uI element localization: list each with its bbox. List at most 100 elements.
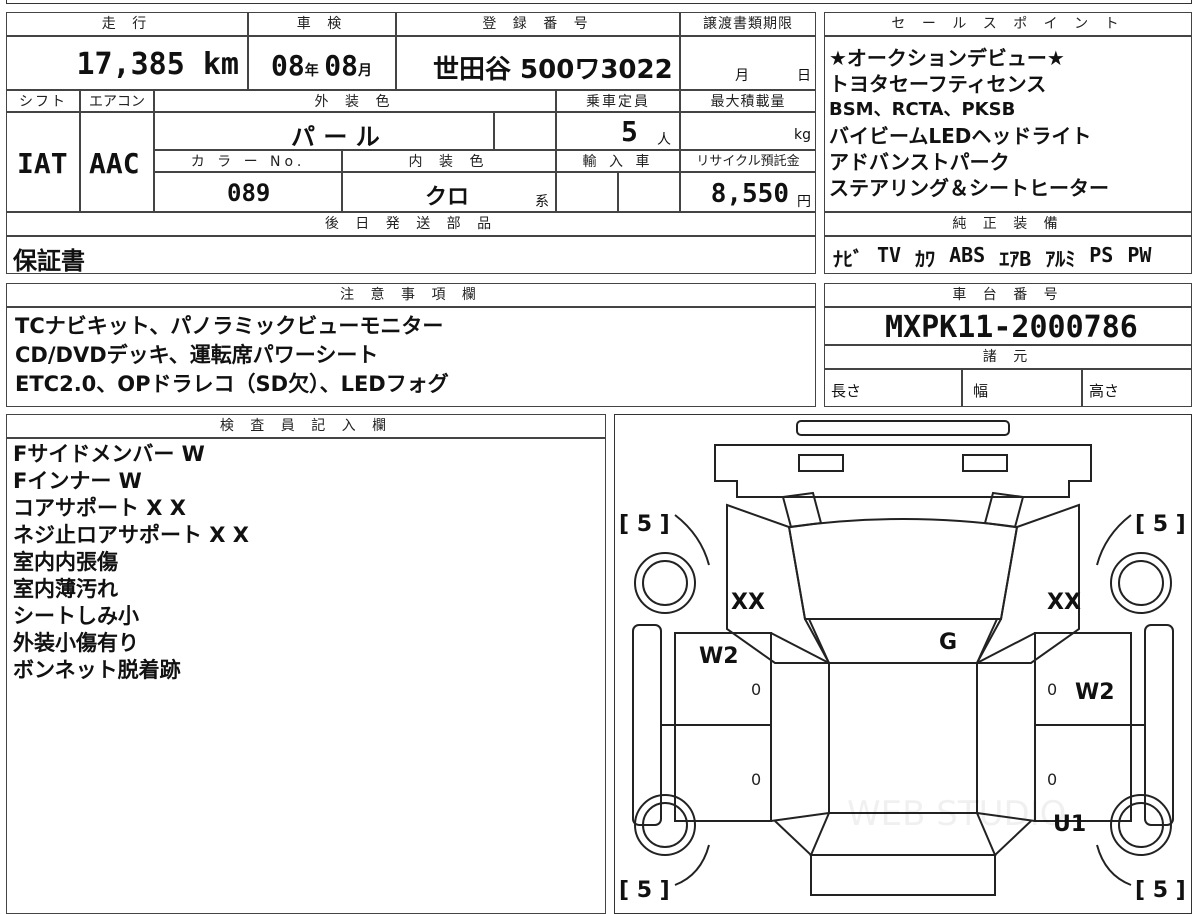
inspector-panel: 検 査 員 記 入 欄 Fサイドメンバー W Fインナー W コアサポート X …	[6, 414, 606, 914]
right-grille-shape	[983, 491, 1025, 529]
color-extra-cell	[494, 112, 556, 150]
chassis-panel: 車 台 番 号 MXPK11-2000786 諸 元 長さ 幅 高さ	[824, 283, 1192, 407]
sales-point-4: バイビームLEDヘッドライト	[829, 124, 1092, 148]
max-load-cell: kg	[680, 112, 816, 150]
inspector-line-7: シートしみ小	[13, 604, 139, 628]
transfer-day: 日	[797, 68, 811, 84]
later-parts-header: 後 日 発 送 部 品	[6, 212, 816, 236]
tire-rear-left-tread: [ 5 ]	[619, 878, 670, 903]
inspector-list: Fサイドメンバー W Fインナー W コアサポート X X ネジ止ロアサポート …	[6, 438, 606, 914]
shift-header: シフト	[6, 90, 80, 112]
note-line-2: CD/DVDデッキ、運転席パワーシート	[15, 343, 379, 367]
exterior-color-value: パ ー ル	[291, 123, 380, 151]
tire-rear-right-tread: [ 5 ]	[1135, 878, 1186, 903]
inspection-header: 車 検	[248, 12, 396, 36]
transfer-deadline-header: 譲渡書類期限	[680, 12, 816, 36]
mileage-header: 走 行	[6, 12, 248, 36]
max-load-header: 最大積載量	[680, 90, 816, 112]
spec-width-label: 幅	[973, 382, 989, 400]
chassis-header: 車 台 番 号	[824, 283, 1192, 307]
mileage-value: 17,385	[76, 47, 185, 82]
recycle-header: リサイクル預託金	[680, 150, 816, 172]
mileage-cell: 17,385 km	[6, 36, 248, 90]
left-rocker-shape	[632, 624, 662, 826]
interior-value: クロ	[425, 185, 470, 210]
sales-point-1: ★オークションデビュー★	[829, 46, 1065, 70]
mark-left-xx: XX	[731, 590, 765, 615]
later-parts-value: 保証書	[13, 247, 85, 275]
notes-panel: 注 意 事 項 欄 TCナビキット、パノラミックビューモニター CD/DVDデッ…	[6, 283, 816, 407]
transfer-deadline-cell: 月 日	[680, 36, 816, 90]
inspection-cell: 08年 08月	[248, 36, 396, 90]
color-no-header: カ ラ ー No.	[154, 150, 342, 172]
equipment-list: ﾅﾋﾞ TV ｶﾜ ABS ｴｱB ｱﾙﾐ PS PW	[833, 243, 1151, 272]
import-cell-b	[618, 172, 680, 212]
capacity-header: 乗車定員	[556, 90, 680, 112]
transfer-month: 月	[735, 68, 749, 84]
recycle-unit: 円	[797, 194, 811, 210]
left-headlight-shape	[798, 454, 844, 472]
windshield-shape	[807, 618, 999, 664]
spec-length-label: 長さ	[831, 382, 862, 400]
zero-mark-3: 0	[751, 770, 761, 789]
hood-shape	[787, 518, 1019, 620]
right-front-door-shape	[1034, 632, 1132, 726]
sales-point-6: ステアリング＆シートヒーター	[829, 176, 1109, 200]
year-unit: 年	[304, 63, 319, 79]
chassis-cell: MXPK11-2000786	[824, 307, 1192, 345]
equip-leather: ｶﾜ	[915, 247, 936, 271]
capacity-value: 5	[621, 115, 638, 148]
interior-header: 内 装 色	[342, 150, 556, 172]
ac-value: AAC	[89, 147, 140, 180]
spec-height-label: 高さ	[1089, 382, 1120, 400]
inspector-line-4: ネジ止ロアサポート X X	[13, 523, 250, 547]
shift-value: IAT	[17, 147, 68, 180]
inspector-line-1: Fサイドメンバー W	[13, 442, 205, 466]
inspection-month: 08	[324, 49, 359, 82]
notes-header: 注 意 事 項 欄	[6, 283, 816, 307]
spec-length-cell: 長さ	[824, 369, 962, 407]
inspector-line-8: 外装小傷有り	[13, 631, 139, 655]
equipment-header: 純 正 装 備	[824, 212, 1192, 236]
color-no-value: 089	[227, 179, 271, 207]
ac-cell: AAC	[80, 112, 154, 212]
zero-mark-1: 0	[751, 680, 761, 699]
mark-right-xx: XX	[1047, 590, 1081, 615]
equip-tv: TV	[877, 243, 902, 267]
left-fender-shape	[726, 503, 831, 664]
max-load-unit: kg	[794, 127, 811, 143]
zero-mark-4: 0	[1047, 770, 1057, 789]
left-grille-shape	[781, 491, 823, 529]
zero-mark-2: 0	[1047, 680, 1057, 699]
watermark: WEB STUDIO	[847, 794, 1066, 834]
equip-navi: ﾅﾋﾞ	[833, 247, 863, 271]
inspector-line-5: 室内内張傷	[13, 550, 118, 574]
inspector-line-2: Fインナー W	[13, 469, 142, 493]
sales-point-2: トヨタセーフティセンス	[829, 72, 1047, 96]
note-line-3: ETC2.0、OPドラレコ（SD欠）、LEDフォグ	[15, 372, 449, 396]
spec-height-cell: 高さ	[1082, 369, 1192, 407]
interior-cell: クロ 系	[342, 172, 556, 212]
front-bumper-shape	[796, 420, 1010, 436]
exterior-color-cell: パ ー ル	[154, 112, 494, 151]
sales-point-3: BSM、RCTA、PKSB	[829, 99, 1016, 120]
exterior-color-header: 外 装 色	[154, 90, 556, 112]
equip-airbag: ｴｱB	[999, 247, 1032, 271]
note-line-1: TCナビキット、パノラミックビューモニター	[15, 314, 444, 338]
right-rocker-shape	[1144, 624, 1174, 826]
equipment-cell: ﾅﾋﾞ TV ｶﾜ ABS ｴｱB ｱﾙﾐ PS PW	[824, 236, 1192, 274]
month-unit: 月	[358, 63, 373, 79]
equip-pw: PW	[1127, 243, 1152, 267]
later-parts-cell: 保証書	[6, 236, 816, 275]
roof-shape	[828, 662, 978, 814]
sales-points-panel: セ ー ル ス ポ イ ン ト ★オークションデビュー★ トヨタセーフティセンス…	[824, 12, 1192, 274]
import-header: 輸 入 車	[556, 150, 680, 172]
mileage-unit: km	[202, 47, 239, 82]
spec-width-cell: 幅	[962, 369, 1082, 407]
inspector-line-3: コアサポート X X	[13, 496, 187, 520]
inspector-line-6: 室内薄汚れ	[13, 577, 118, 601]
sales-points-list: ★オークションデビュー★ トヨタセーフティセンス BSM、RCTA、PKSB バ…	[824, 36, 1192, 212]
vehicle-info-table: 走 行 車 検 登 録 番 号 譲渡書類期限 17,385 km 08年 08月…	[6, 12, 816, 275]
sales-points-header: セ ー ル ス ポ イ ン ト	[824, 12, 1192, 36]
import-cell-a	[556, 172, 618, 212]
